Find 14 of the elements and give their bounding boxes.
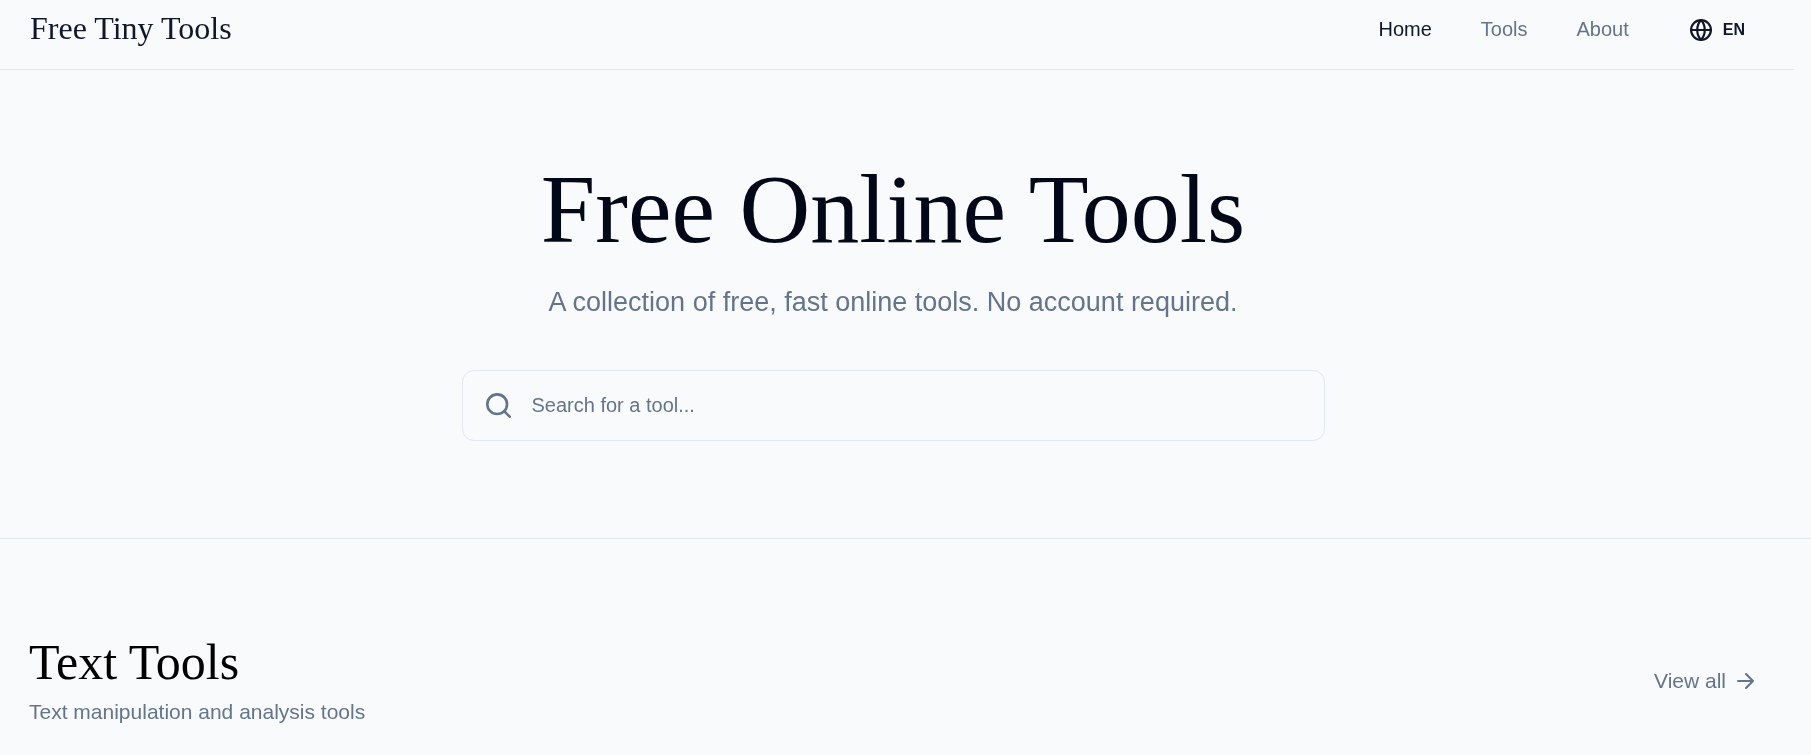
hero-title: Free Online Tools	[540, 156, 1246, 264]
nav-link[interactable]: Home	[1378, 18, 1432, 41]
section-title: Text Tools	[29, 632, 241, 692]
search-icon	[485, 392, 511, 418]
arrow-right-icon	[1737, 672, 1754, 689]
nav-link[interactable]: About	[1576, 18, 1629, 41]
globe-icon	[1689, 18, 1712, 41]
search-field[interactable]: Search for a tool...	[461, 369, 1325, 441]
view-all-link[interactable]: View all	[1654, 668, 1754, 693]
hero-subtitle: A collection of free, fast online tools. No account required.	[548, 285, 1238, 319]
language-button[interactable]: EN	[1689, 18, 1745, 41]
site-logo[interactable]: Free Tiny Tools	[30, 9, 232, 47]
nav-link[interactable]: Tools	[1480, 18, 1528, 41]
section-description: Text manipulation and analysis tools	[29, 698, 366, 725]
